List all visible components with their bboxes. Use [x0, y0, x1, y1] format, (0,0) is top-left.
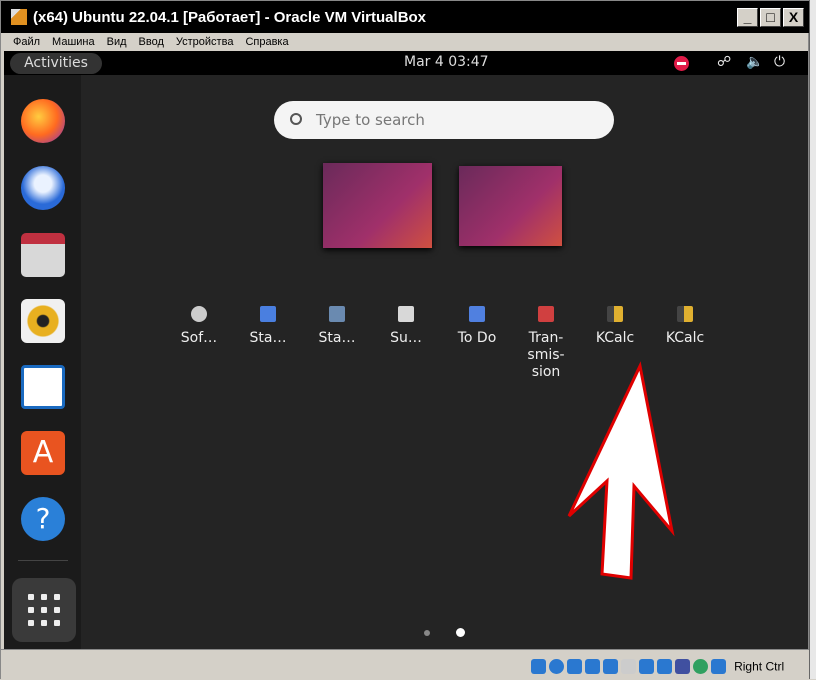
menu-machine[interactable]: Машина [52, 36, 95, 48]
shared-folders-icon[interactable] [621, 659, 636, 674]
menu-bar: Файл Машина Вид Ввод Устройства Справка [1, 33, 810, 51]
maximize-button[interactable]: □ [760, 8, 781, 27]
close-button[interactable]: X [783, 8, 804, 27]
menu-help[interactable]: Справка [245, 36, 288, 48]
usb-icon[interactable] [603, 659, 618, 674]
page-indicator-2[interactable] [456, 628, 465, 637]
menu-view[interactable]: Вид [107, 36, 127, 48]
display-icon[interactable] [639, 659, 654, 674]
title-bar: (x64) Ubuntu 22.04.1 [Работает] - Oracle… [1, 1, 810, 33]
audio-icon[interactable] [567, 659, 582, 674]
menu-file[interactable]: Файл [13, 36, 40, 48]
mouse-integration-icon[interactable] [711, 659, 726, 674]
background-desktop [809, 0, 816, 679]
window-title: (x64) Ubuntu 22.04.1 [Работает] - Oracle… [33, 8, 427, 26]
recording-icon[interactable] [657, 659, 672, 674]
host-key-label: Right Ctrl [734, 659, 785, 674]
page-indicator-1[interactable] [424, 630, 430, 636]
virtualbox-icon [11, 9, 27, 25]
status-bar: Right Ctrl [1, 649, 810, 680]
hard-disk-icon[interactable] [531, 659, 546, 674]
menu-devices[interactable]: Устройства [176, 36, 234, 48]
annotation-arrow [567, 361, 675, 580]
network-adapter-icon[interactable] [585, 659, 600, 674]
guest-screen: Activities Mar 4 03:47 ☍ 🔈 ⏻ A ? Type to… [4, 51, 808, 649]
menu-input[interactable]: Ввод [139, 36, 164, 48]
guest-additions-icon[interactable] [693, 659, 708, 674]
virtualization-icon[interactable] [675, 659, 690, 674]
optical-drive-icon[interactable] [549, 659, 564, 674]
virtualbox-window: (x64) Ubuntu 22.04.1 [Работает] - Oracle… [0, 0, 810, 680]
minimize-button[interactable]: _ [737, 8, 758, 27]
